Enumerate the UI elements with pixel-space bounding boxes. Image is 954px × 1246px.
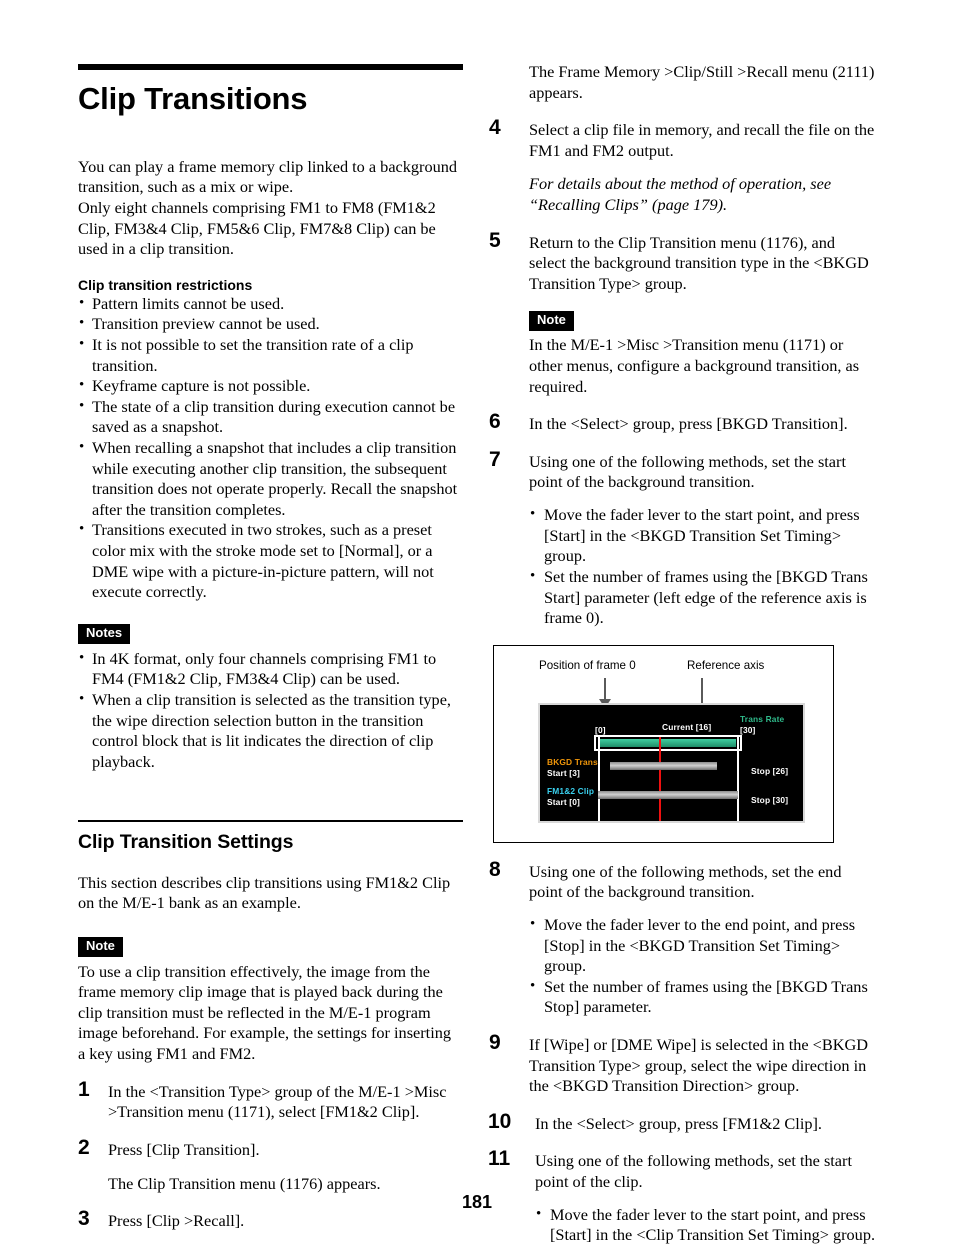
step-number: 6	[489, 410, 501, 434]
step-7: 7 Using one of the following methods, se…	[489, 449, 876, 629]
step-1: 1 In the <Transition Type> group of the …	[78, 1077, 461, 1123]
step-text: Press [Clip Transition].	[108, 1139, 260, 1159]
step-text: Press [Clip >Recall].	[108, 1211, 245, 1231]
step-6: 6 In the <Select> group, press [BKGD Tra…	[489, 411, 876, 435]
step-5: 5 Return to the Clip Transition menu (11…	[489, 230, 876, 398]
document-page: Clip Transitions You can play a frame me…	[0, 0, 954, 1244]
list-item: Keyframe capture is not possible.	[78, 376, 461, 397]
clip-stop: Stop [30]	[751, 794, 789, 805]
bkgd-trans-label: BKGD Trans	[547, 756, 598, 767]
clip-start: Start [0]	[547, 796, 580, 807]
step-number: 8	[489, 857, 501, 881]
list-item: Move the fader lever to the end point, a…	[529, 915, 876, 977]
section-title-rule	[78, 819, 463, 822]
list-item: Pattern limits cannot be used.	[78, 294, 461, 315]
step-number: 11	[488, 1147, 511, 1171]
page-number: 181	[461, 1192, 493, 1212]
frame0-leader-line	[604, 677, 606, 701]
page-title: Clip Transitions	[78, 81, 308, 116]
clip-bar	[598, 790, 738, 799]
list-item: Transitions executed in two strokes, suc…	[78, 520, 461, 602]
step-text: Using one of the following methods, set …	[529, 451, 846, 492]
note-body: To use a clip transition effectively, th…	[78, 961, 452, 1064]
step-7-bullets: Move the fader lever to the start point,…	[529, 505, 876, 629]
step-8: 8 Using one of the following methods, se…	[489, 859, 876, 1018]
step-4: 4 Select a clip file in memory, and reca…	[489, 117, 876, 215]
step-number: 10	[488, 1109, 512, 1133]
left-axis-line	[598, 734, 600, 821]
restrictions-list: Pattern limits cannot be used. Transitio…	[78, 294, 461, 603]
current-label: Current [16]	[662, 721, 712, 732]
lead-paragraph: The Frame Memory >Clip/Still >Recall men…	[529, 62, 875, 102]
notes-list: In 4K format, only four channels compris…	[78, 649, 461, 773]
step-number: 2	[78, 1135, 90, 1159]
current-position-marker	[659, 736, 661, 821]
bkgd-trans-bar	[610, 761, 717, 770]
list-item: Set the number of frames using the [BKGD…	[529, 977, 876, 1018]
bkgd-trans-start: Start [3]	[547, 767, 580, 778]
list-item: It is not possible to set the transition…	[78, 335, 461, 376]
step-8-bullets: Move the fader lever to the end point, a…	[529, 915, 876, 1018]
list-item: When a clip transition is selected as th…	[78, 690, 461, 772]
intro-paragraph: You can play a frame memory clip linked …	[78, 156, 458, 259]
step-number: 9	[489, 1031, 501, 1054]
step-9: 9 If [Wipe] or [DME Wipe] is selected in…	[489, 1032, 876, 1097]
figure-callout-frame0: Position of frame 0	[539, 658, 636, 672]
timing-diagram-figure: Position of frame 0 Reference axis [0] C…	[493, 644, 834, 843]
step-text: Return to the Clip Transition menu (1176…	[529, 232, 869, 293]
frame0-marker-label: [0]	[595, 724, 606, 735]
trans-rate-value: [30]	[740, 724, 756, 735]
step-3: 3 Press [Clip >Recall].	[78, 1208, 461, 1232]
section-intro: This section describes clip transitions …	[78, 872, 451, 913]
figure-callout-reference-axis: Reference axis	[687, 658, 765, 672]
step-text: Using one of the following methods, set …	[529, 861, 842, 902]
step-text: Select a clip file in memory, and recall…	[529, 120, 875, 160]
trans-rate-bar	[600, 738, 736, 747]
step-number: 1	[78, 1077, 90, 1101]
list-item: When recalling a snapshot that includes …	[78, 438, 461, 520]
note-badge: Note	[78, 936, 123, 957]
trans-rate-label: Trans Rate	[740, 713, 785, 724]
step-reference-note: For details about the method of operatio…	[529, 174, 832, 215]
right-axis-line	[737, 734, 739, 821]
list-item: The state of a clip transition during ex…	[78, 397, 461, 438]
bkgd-trans-stop: Stop [26]	[751, 765, 789, 776]
note-badge-wrap: Note	[78, 936, 461, 957]
step-text: If [Wipe] or [DME Wipe] is selected in t…	[529, 1035, 868, 1096]
switcher-timing-panel: [0] Current [16] Trans Rate [30] BKGD Tr…	[538, 702, 805, 823]
notes-badge: Notes	[78, 623, 131, 644]
chapter-title-rule	[78, 64, 463, 70]
note-badge: Note	[529, 311, 574, 332]
restrictions-heading: Clip transition restrictions	[78, 276, 253, 293]
step-number: 5	[489, 228, 501, 252]
clip-label: FM1&2 Clip	[547, 785, 595, 796]
step-text: Using one of the following methods, set …	[535, 1151, 852, 1192]
step-number: 4	[489, 116, 501, 140]
notes-badge-wrap: Notes	[78, 623, 461, 644]
step-2: 2 Press [Clip Transition]. The Clip Tran…	[78, 1135, 461, 1194]
note-body: In the M/E-1 >Misc >Transition menu (117…	[529, 335, 860, 396]
step-10: 10 In the <Select> group, press [FM1&2 C…	[488, 1111, 876, 1135]
right-column: The Frame Memory >Clip/Still >Recall men…	[488, 0, 876, 1246]
step-number: 7	[489, 447, 501, 471]
step-text: In the <Transition Type> group of the M/…	[108, 1081, 447, 1122]
list-item: In 4K format, only four channels compris…	[78, 649, 461, 690]
list-item: Move the fader lever to the start point,…	[529, 505, 876, 567]
left-column: Clip Transitions You can play a frame me…	[78, 0, 463, 1232]
list-item: Set the number of frames using the [BKGD…	[529, 567, 876, 629]
step-text: In the <Select> group, press [BKGD Trans…	[529, 414, 848, 434]
list-item: Transition preview cannot be used.	[78, 314, 461, 335]
section-title: Clip Transition Settings	[78, 830, 294, 853]
step-text: In the <Select> group, press [FM1&2 Clip…	[535, 1113, 822, 1133]
note-badge-wrap: Note	[529, 311, 876, 332]
